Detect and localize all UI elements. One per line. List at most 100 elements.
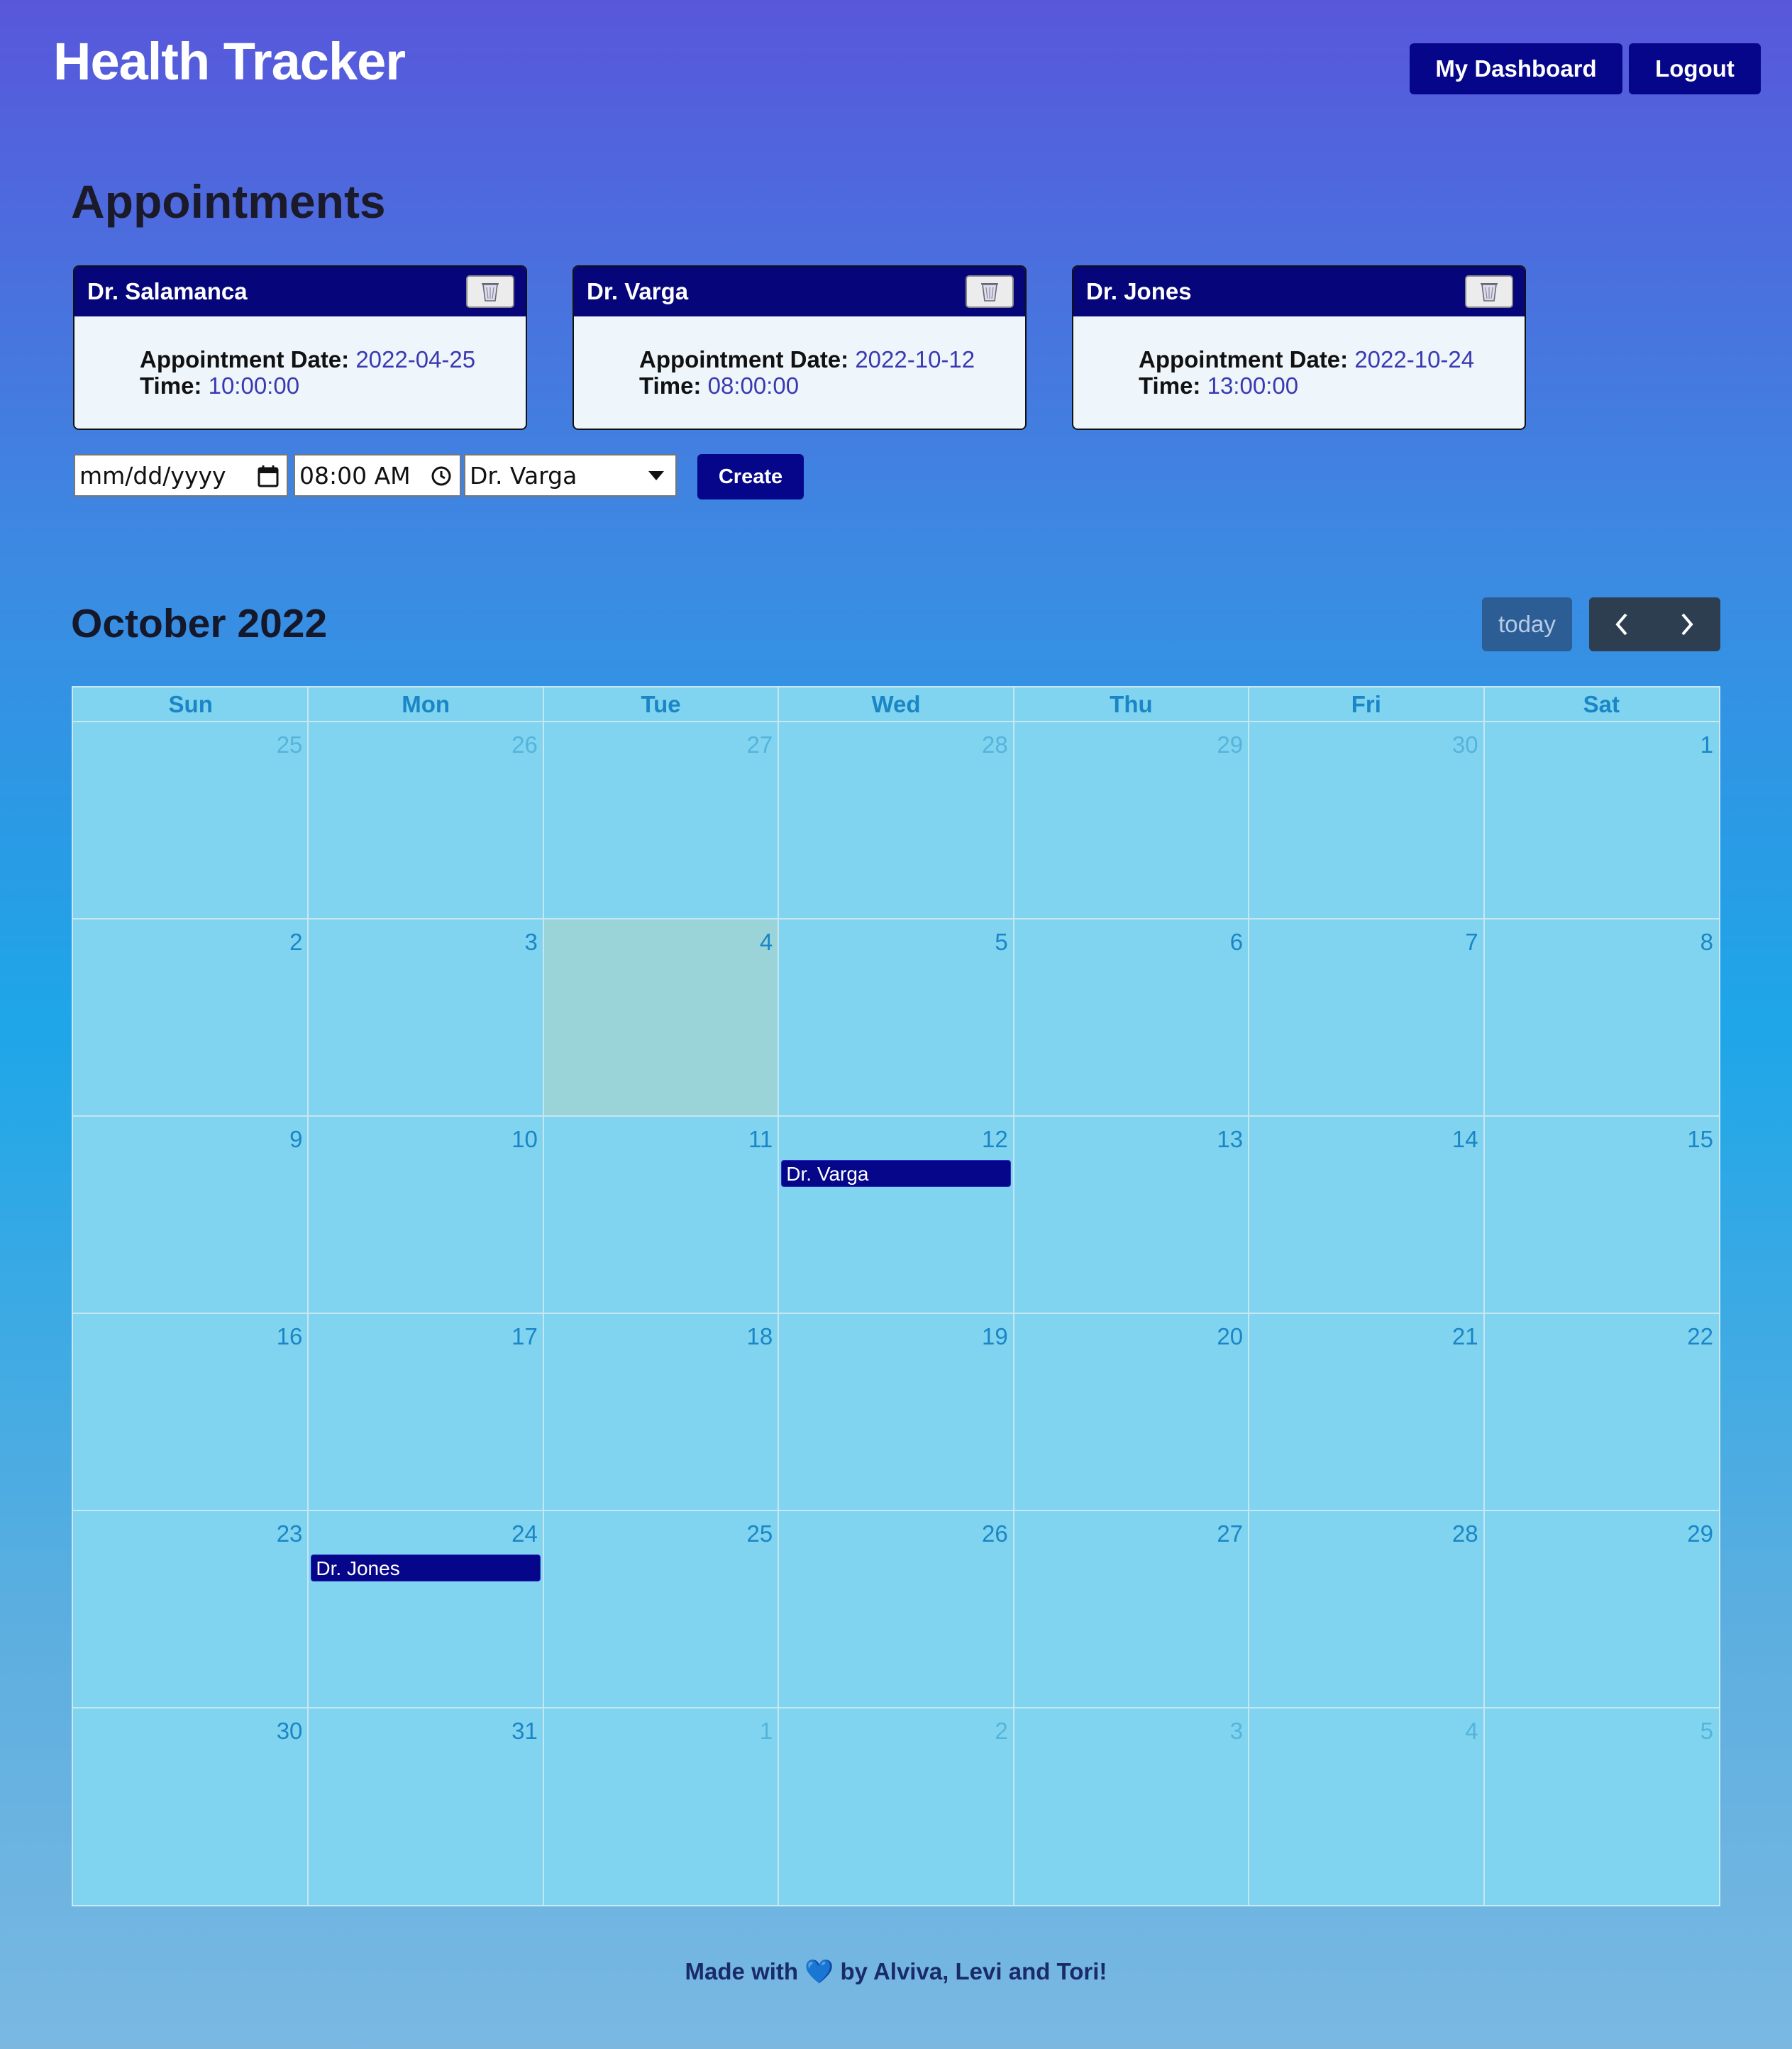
- grid-line: [778, 687, 780, 1905]
- calendar-day[interactable]: 1: [1484, 722, 1719, 919]
- calendar-day-today[interactable]: 4: [543, 919, 779, 1116]
- appointment-date: 2022-04-25: [355, 346, 476, 372]
- calendar-day[interactable]: 30: [73, 1708, 308, 1905]
- day-number: 13: [1217, 1126, 1244, 1152]
- day-number: 26: [511, 731, 538, 758]
- calendar-event[interactable]: Dr. Jones: [311, 1554, 541, 1581]
- calendar-day[interactable]: 25: [73, 722, 308, 919]
- calendar-day[interactable]: 30: [1249, 722, 1483, 919]
- trash-icon: [1481, 283, 1498, 302]
- day-number: 25: [746, 1520, 773, 1547]
- next-month-button[interactable]: [1654, 597, 1720, 651]
- calendar-day[interactable]: 6: [1014, 919, 1249, 1116]
- calendar-day[interactable]: 16: [73, 1313, 308, 1510]
- prev-month-button[interactable]: [1589, 597, 1654, 651]
- date-input-placeholder: mm/dd/yyyy: [79, 461, 226, 490]
- day-number: 20: [1217, 1323, 1244, 1349]
- calendar-day[interactable]: 23: [73, 1510, 308, 1708]
- calendar-day[interactable]: 11: [543, 1116, 778, 1313]
- logout-button[interactable]: Logout: [1629, 43, 1761, 94]
- day-number: 7: [1465, 929, 1478, 955]
- grid-line: [1012, 687, 1014, 1905]
- chevron-left-icon: [1615, 613, 1627, 636]
- calendar-day[interactable]: 8: [1484, 919, 1719, 1116]
- appointments-heading: Appointments: [71, 175, 386, 228]
- calendar-day[interactable]: 22: [1484, 1313, 1719, 1510]
- footer-text-pre: Made with: [685, 1958, 799, 1984]
- calendar-day[interactable]: 27: [1014, 1510, 1249, 1708]
- day-number: 9: [289, 1126, 303, 1152]
- grid-line: [307, 687, 309, 1905]
- delete-appointment-button[interactable]: [466, 275, 514, 308]
- appointment-date: 2022-10-24: [1354, 346, 1475, 372]
- day-number: 5: [995, 929, 1008, 955]
- weekday-header: Fri: [1351, 691, 1381, 717]
- today-button[interactable]: today: [1482, 597, 1572, 651]
- footer: Made with 💙 by Alviva, Levi and Tori!: [0, 1958, 1792, 1986]
- calendar-day[interactable]: 2: [73, 919, 308, 1116]
- day-number: 11: [748, 1126, 773, 1152]
- calendar-day[interactable]: 26: [778, 1510, 1013, 1708]
- time-input[interactable]: 08:00 AM: [294, 454, 461, 497]
- calendar-day[interactable]: 14: [1249, 1116, 1483, 1313]
- day-number: 10: [511, 1126, 538, 1152]
- calendar-icon[interactable]: [257, 464, 280, 488]
- appointment-time: 08:00:00: [707, 372, 800, 399]
- delete-appointment-button[interactable]: [966, 275, 1014, 308]
- heart-icon: 💙: [804, 1958, 834, 1984]
- calendar-day[interactable]: 20: [1014, 1313, 1249, 1510]
- calendar-day[interactable]: 19: [778, 1313, 1013, 1510]
- calendar-day[interactable]: 15: [1484, 1116, 1719, 1313]
- appointment-card-header: Dr. Salamanca: [74, 267, 526, 316]
- calendar-day[interactable]: 4: [1249, 1708, 1483, 1905]
- calendar-day[interactable]: 7: [1249, 919, 1483, 1116]
- date-label: Appointment Date:: [639, 346, 849, 372]
- calendar-day[interactable]: 29: [1014, 722, 1249, 919]
- create-button[interactable]: Create: [697, 454, 804, 499]
- day-number: 30: [276, 1718, 303, 1744]
- grid-line: [542, 687, 544, 1905]
- weekday-header: Sun: [168, 691, 213, 717]
- calendar-day[interactable]: 1: [543, 1708, 778, 1905]
- day-number: 6: [1229, 929, 1244, 955]
- date-input[interactable]: mm/dd/yyyy: [74, 454, 288, 497]
- my-dashboard-button[interactable]: My Dashboard: [1410, 43, 1622, 94]
- calendar-day[interactable]: 28: [778, 722, 1013, 919]
- appointment-card: Dr. Varga Appointment Date: 2022-10-12 T…: [573, 265, 1027, 430]
- grid-line: [73, 1115, 1719, 1117]
- calendar-day[interactable]: 27: [543, 722, 778, 919]
- day-number: 8: [1700, 929, 1713, 955]
- delete-appointment-button[interactable]: [1465, 275, 1513, 308]
- day-number: 22: [1687, 1323, 1713, 1349]
- calendar-day[interactable]: 12 Dr. Varga: [778, 1116, 1013, 1313]
- day-number: 12: [981, 1126, 1008, 1152]
- clock-icon[interactable]: [430, 464, 453, 488]
- calendar-day[interactable]: 25: [543, 1510, 778, 1708]
- calendar-day[interactable]: 3: [308, 919, 543, 1116]
- calendar-day[interactable]: 3: [1014, 1708, 1249, 1905]
- calendar-day[interactable]: 28: [1249, 1510, 1483, 1708]
- calendar-day[interactable]: 5: [1484, 1708, 1719, 1905]
- day-number: 21: [1451, 1323, 1478, 1349]
- grid-line: [73, 1313, 1719, 1314]
- calendar-day[interactable]: 10: [308, 1116, 543, 1313]
- day-number: 24: [511, 1520, 538, 1547]
- calendar-day[interactable]: 9: [73, 1116, 308, 1313]
- calendar-day[interactable]: 13: [1014, 1116, 1249, 1313]
- calendar-day[interactable]: 5: [778, 919, 1013, 1116]
- day-number: 16: [276, 1323, 303, 1349]
- app-header: Health Tracker My Dashboard Logout: [0, 0, 1792, 128]
- calendar-day[interactable]: 21: [1249, 1313, 1483, 1510]
- doctor-select[interactable]: Dr. Varga: [464, 454, 677, 497]
- calendar-event[interactable]: Dr. Varga: [781, 1160, 1011, 1187]
- calendar-day[interactable]: 31: [308, 1708, 543, 1905]
- calendar-day[interactable]: 29: [1484, 1510, 1719, 1708]
- calendar-day[interactable]: 26: [308, 722, 543, 919]
- trash-icon: [981, 283, 998, 302]
- calendar-day[interactable]: 24 Dr. Jones: [308, 1510, 543, 1708]
- calendar-day[interactable]: 2: [778, 1708, 1013, 1905]
- calendar-day[interactable]: 17: [308, 1313, 543, 1510]
- calendar-day[interactable]: 18: [543, 1313, 778, 1510]
- appointment-doctor: Dr. Salamanca: [87, 278, 248, 304]
- day-number: 29: [1687, 1520, 1713, 1547]
